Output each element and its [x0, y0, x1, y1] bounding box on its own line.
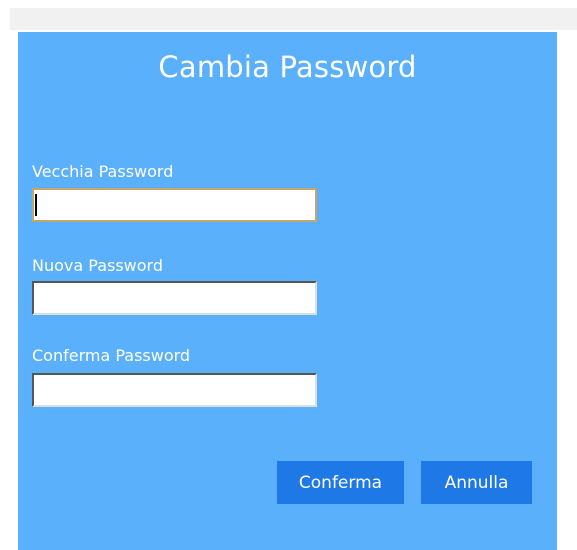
confirm-button[interactable]: Conferma — [277, 461, 404, 504]
change-password-dialog: Cambia Password Vecchia Password Nuova P… — [18, 32, 557, 550]
confirm-password-label: Conferma Password — [32, 346, 191, 365]
old-password-input[interactable] — [32, 188, 317, 222]
cancel-button[interactable]: Annulla — [421, 461, 532, 504]
new-password-input[interactable] — [32, 281, 317, 315]
top-bar — [10, 8, 577, 30]
old-password-label: Vecchia Password — [32, 162, 174, 181]
text-cursor — [35, 194, 37, 216]
confirm-password-input[interactable] — [32, 373, 317, 407]
new-password-label: Nuova Password — [32, 256, 163, 275]
dialog-title: Cambia Password — [158, 50, 417, 84]
